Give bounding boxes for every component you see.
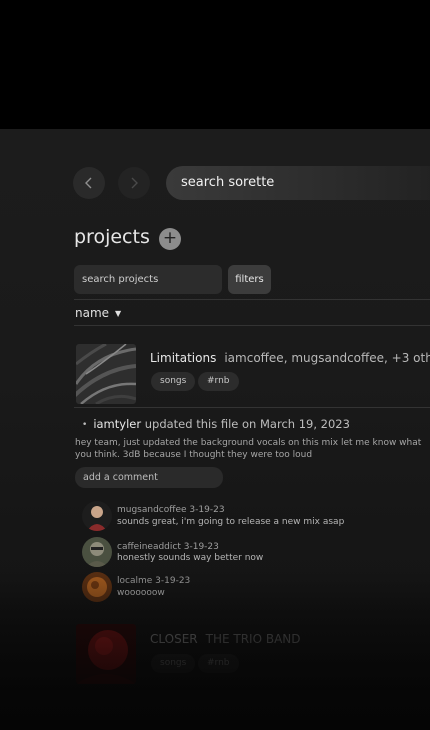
tag-rnb[interactable]: #rnb xyxy=(198,654,239,673)
project-collaborators: iamcoffee, mugsandcoffee, +3 others xyxy=(224,351,430,365)
activity-action: updated this file on March 19, 2023 xyxy=(144,417,350,431)
add-comment-input[interactable]: add a comment xyxy=(75,467,223,488)
chevron-right-icon xyxy=(131,177,138,189)
add-comment-placeholder: add a comment xyxy=(83,472,158,483)
comment-header: caffeineaddict 3-19-23 xyxy=(117,542,219,552)
activity-user[interactable]: iamtyler xyxy=(93,417,141,431)
comment-text: sounds great, i'm going to release a new… xyxy=(117,517,345,527)
comment-date: 3-19-23 xyxy=(189,505,225,515)
divider xyxy=(74,299,430,300)
sort-dropdown[interactable]: name ▼ xyxy=(75,306,121,320)
comment-user[interactable]: mugsandcoffee xyxy=(117,505,187,515)
user-avatar-image xyxy=(82,572,112,602)
tag-songs[interactable]: songs xyxy=(151,654,196,673)
top-blank-area xyxy=(0,0,430,129)
activity-header: • iamtyler updated this file on March 19,… xyxy=(82,417,350,431)
comment-text: honestly sounds way better now xyxy=(117,553,264,563)
activity-message: hey team, just updated the background vo… xyxy=(75,438,422,460)
caret-down-icon: ▼ xyxy=(115,309,122,318)
chevron-left-icon xyxy=(85,177,92,189)
comment-date: 3-19-23 xyxy=(183,542,219,552)
global-search-input[interactable]: search sorette xyxy=(166,166,430,200)
comment-header: localme 3-19-23 xyxy=(117,576,190,586)
project-search-placeholder: search projects xyxy=(82,274,159,285)
sort-label: name xyxy=(75,306,110,320)
project-row[interactable]: CLOSER THE TRIO BAND xyxy=(150,632,301,646)
project-collaborators: THE TRIO BAND xyxy=(205,632,301,646)
project-title: CLOSER xyxy=(150,632,198,646)
user-avatar-image xyxy=(82,537,112,567)
page-title: projects xyxy=(74,226,150,248)
project-artwork[interactable] xyxy=(76,624,136,684)
avatar[interactable] xyxy=(82,572,112,602)
project-search-input[interactable]: search projects xyxy=(74,265,222,294)
forward-button[interactable] xyxy=(118,167,150,199)
divider xyxy=(74,325,430,326)
comment-date: 3-19-23 xyxy=(155,576,191,586)
bullet-icon: • xyxy=(82,420,88,430)
feather-artwork-image xyxy=(76,344,136,404)
filters-button[interactable]: filters xyxy=(228,265,271,294)
avatar[interactable] xyxy=(82,537,112,567)
red-artwork-image xyxy=(76,624,136,684)
comment-text: woooooow xyxy=(117,588,165,598)
app-window: search sorette projects + search project… xyxy=(0,129,430,730)
tag-songs[interactable]: songs xyxy=(151,372,196,391)
tag-rnb[interactable]: #rnb xyxy=(198,372,239,391)
add-project-button[interactable]: + xyxy=(159,228,181,250)
avatar[interactable] xyxy=(82,501,112,531)
comment-user[interactable]: caffeineaddict xyxy=(117,542,181,552)
bottom-fade-overlay xyxy=(0,569,430,730)
back-button[interactable] xyxy=(73,167,105,199)
divider xyxy=(74,407,430,408)
plus-icon: + xyxy=(162,228,178,248)
project-title: Limitations xyxy=(150,351,217,365)
global-search-text: search sorette xyxy=(181,175,275,190)
project-row[interactable]: Limitations iamcoffee, mugsandcoffee, +3 … xyxy=(150,351,430,365)
user-avatar-image xyxy=(82,501,112,531)
comment-header: mugsandcoffee 3-19-23 xyxy=(117,505,225,515)
project-artwork[interactable] xyxy=(76,344,136,404)
comment-user[interactable]: localme xyxy=(117,576,152,586)
